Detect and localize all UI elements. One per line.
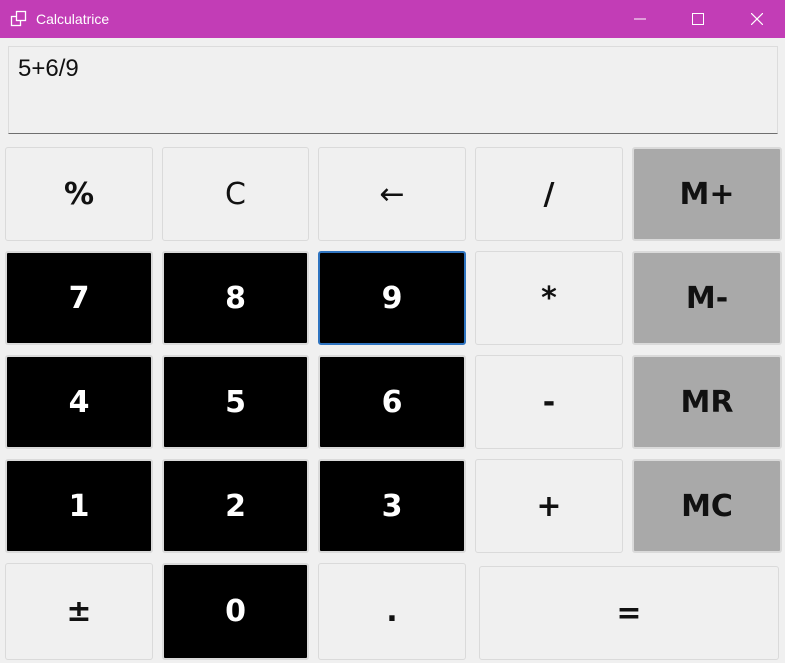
divide-button[interactable]: /	[475, 147, 623, 241]
digit-4-button[interactable]: 4	[5, 355, 153, 449]
plus-button[interactable]: +	[475, 459, 623, 553]
title-bar: Calculatrice	[0, 0, 785, 38]
percent-button[interactable]: %	[5, 147, 153, 241]
equals-button[interactable]: =	[479, 566, 779, 660]
memory-recall-button[interactable]: MR	[632, 355, 782, 449]
memory-clear-button[interactable]: MC	[632, 459, 782, 553]
display-expression: 5+6/9	[18, 55, 79, 82]
minimize-icon	[634, 18, 646, 20]
maximize-button[interactable]	[670, 0, 726, 38]
close-icon	[751, 13, 763, 25]
minimize-button[interactable]	[612, 0, 668, 38]
digit-6-button[interactable]: 6	[318, 355, 466, 449]
backspace-button[interactable]: ←	[318, 147, 466, 241]
clear-button[interactable]: C	[162, 147, 309, 241]
multiply-button[interactable]: *	[475, 251, 623, 345]
digit-0-button[interactable]: 0	[162, 563, 309, 660]
decimal-button[interactable]: .	[318, 563, 466, 660]
digit-5-button[interactable]: 5	[162, 355, 309, 449]
calculator-app-icon	[10, 10, 28, 28]
minus-button[interactable]: -	[475, 355, 623, 449]
calculator-display: 5+6/9	[8, 46, 778, 134]
digit-9-button[interactable]: 9	[318, 251, 466, 345]
close-button[interactable]	[729, 0, 785, 38]
digit-1-button[interactable]: 1	[5, 459, 153, 553]
digit-7-button[interactable]: 7	[5, 251, 153, 345]
plus-minus-button[interactable]: ±	[5, 563, 153, 660]
digit-8-button[interactable]: 8	[162, 251, 309, 345]
digit-3-button[interactable]: 3	[318, 459, 466, 553]
memory-subtract-button[interactable]: M-	[632, 251, 782, 345]
memory-add-button[interactable]: M+	[632, 147, 782, 241]
window-title: Calculatrice	[36, 11, 110, 27]
digit-2-button[interactable]: 2	[162, 459, 309, 553]
maximize-icon	[692, 13, 704, 25]
